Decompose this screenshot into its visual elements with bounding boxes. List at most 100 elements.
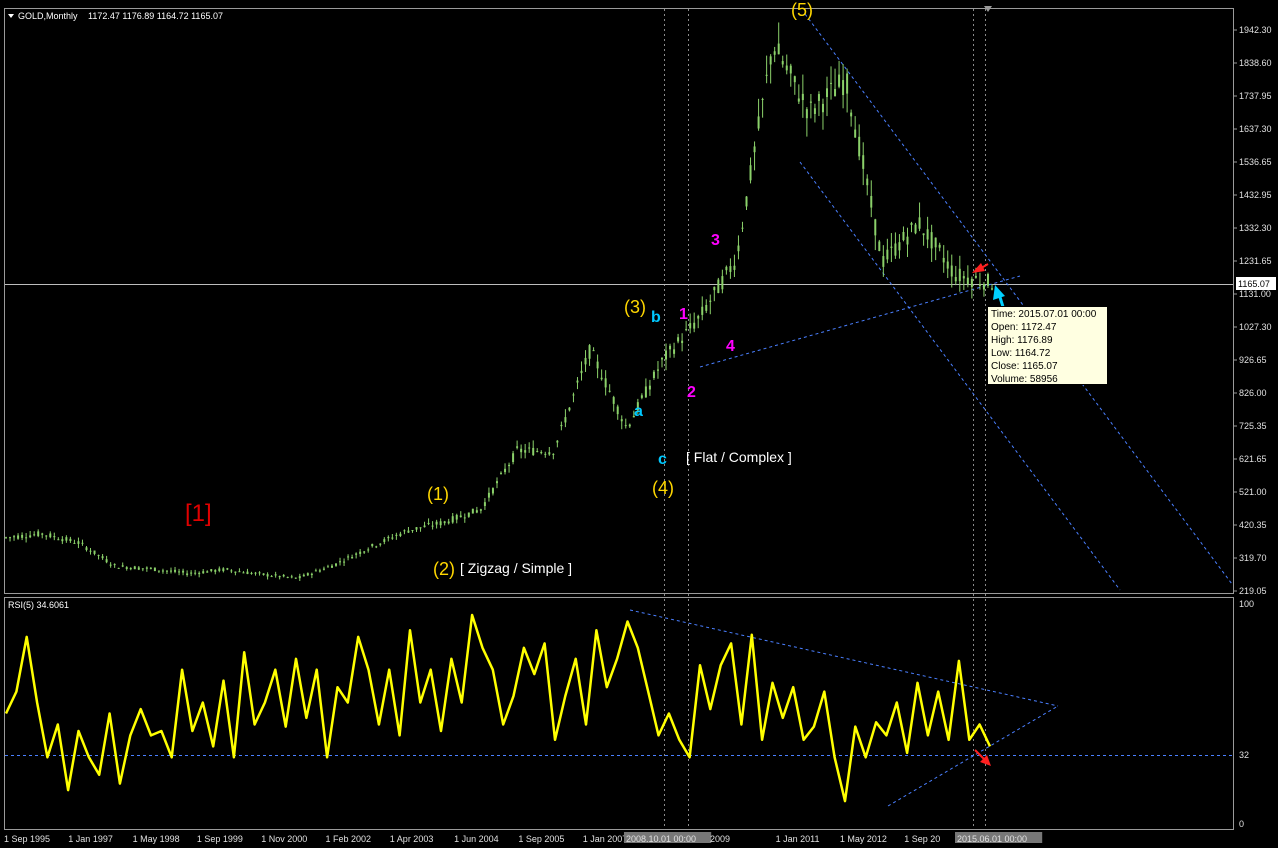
time-tick-label: 1 Sep 1995 <box>4 834 50 844</box>
candle-body <box>202 571 205 574</box>
red-arrow-icon <box>974 749 991 766</box>
candle-body <box>568 407 571 411</box>
candle-body <box>749 165 752 181</box>
rsi-label: RSI(5) 34.6061 <box>8 600 69 610</box>
time-axis: 1 Sep 1995 1 Jan 1997 1 May 1998 1 Sep 1999… <box>4 832 1043 844</box>
candle-body <box>616 406 619 415</box>
candle-body <box>991 288 993 290</box>
time-tick-label: 1 Sep 1999 <box>197 834 243 844</box>
candle-body <box>737 245 740 252</box>
time-tick-label: 1 Sep 20 <box>904 834 940 844</box>
candle-body <box>471 508 474 514</box>
candle-body <box>65 537 68 541</box>
price-candles <box>5 22 993 581</box>
candle-body <box>174 569 177 572</box>
candle-body <box>644 386 647 398</box>
ohlc-label: 1172.47 1176.89 1164.72 1165.07 <box>88 11 223 21</box>
candle-body <box>906 236 909 245</box>
tooltip-low: Low: 1164.72 <box>991 348 1051 359</box>
candle-body <box>133 566 136 570</box>
candle-body <box>709 300 712 302</box>
candle-body <box>190 572 193 574</box>
candle-body <box>113 564 116 566</box>
candle-body <box>359 551 362 554</box>
candle-body <box>117 567 120 569</box>
candle-body <box>318 570 321 572</box>
red-arrow-icon <box>972 263 989 273</box>
candle-body <box>524 450 527 453</box>
candle-body <box>974 275 977 278</box>
candle-body <box>129 567 132 570</box>
candle-body <box>21 534 24 538</box>
candle-body <box>950 265 953 277</box>
candle-body <box>81 542 84 544</box>
candle-body <box>701 306 704 315</box>
candle-body <box>101 556 104 559</box>
rsi-tick-32: 32 <box>1239 750 1249 760</box>
time-tick-label: 1 Apr 2003 <box>390 834 434 844</box>
candle-body <box>246 571 249 575</box>
price-tick-label: 826.00 <box>1239 388 1267 398</box>
candle-body <box>934 237 937 248</box>
candle-body <box>230 570 233 572</box>
chart-shift-marker[interactable] <box>984 6 992 12</box>
candle-body <box>580 370 583 374</box>
candle-body <box>572 394 575 396</box>
candle-body <box>838 74 841 87</box>
price-tick-label: 1838.60 <box>1239 58 1272 68</box>
price-tick-label: 725.35 <box>1239 421 1267 431</box>
candle-body <box>391 537 394 539</box>
candle-body <box>902 231 905 241</box>
candle-body <box>825 88 828 98</box>
candle-body <box>942 257 945 263</box>
chart-canvas[interactable]: 1942.30 1838.60 1737.95 1637.30 1536.65 1432.… <box>0 0 1278 844</box>
candle-body <box>375 546 378 548</box>
candle-body <box>266 574 269 577</box>
candle-body <box>294 577 297 579</box>
candle-body <box>186 573 189 575</box>
candle-body <box>713 286 716 291</box>
candle-body <box>894 243 897 256</box>
wave-label-a: a <box>634 403 643 420</box>
candle-body <box>351 557 354 559</box>
candle-body <box>886 249 889 260</box>
candle-body <box>49 533 52 538</box>
price-tick-label: 521.00 <box>1239 487 1267 497</box>
candle-body <box>137 567 140 570</box>
wave-label-2: (2) <box>433 559 455 579</box>
channel-upper <box>804 13 1233 585</box>
candle-body <box>306 573 309 576</box>
candle-body <box>314 570 317 572</box>
chevron-down-icon[interactable] <box>8 14 14 18</box>
wave-label-3: (3) <box>624 297 646 317</box>
candle-body <box>467 512 470 517</box>
time-tick-label: 2015.06.01 00:00 <box>957 834 1027 844</box>
time-tick-label: 1 Jun 2004 <box>454 834 499 844</box>
candle-body <box>125 567 128 569</box>
candle-body <box>85 547 88 551</box>
chart-window[interactable]: 1942.30 1838.60 1737.95 1637.30 1536.65 1432.… <box>0 0 1278 844</box>
price-tick-label: 219.05 <box>1239 586 1267 596</box>
price-tick-label: 1737.95 <box>1239 91 1272 101</box>
candle-body <box>234 571 237 573</box>
candle-body <box>395 534 398 536</box>
candle-body <box>560 424 563 427</box>
candle-body <box>483 502 486 506</box>
candle-body <box>61 539 64 542</box>
candle-body <box>218 568 221 571</box>
candle-body <box>238 571 241 573</box>
candle-body <box>966 277 969 285</box>
wave-label-1: (1) <box>427 484 449 504</box>
rsi-tick-100: 100 <box>1239 599 1254 609</box>
candle-body <box>793 76 796 83</box>
candle-body <box>652 371 655 379</box>
candle-body <box>797 98 800 102</box>
candle-body <box>141 568 144 570</box>
candle-body <box>854 129 857 138</box>
candle-body <box>419 527 422 529</box>
time-tick-label: 1 Jan 2007 <box>583 834 628 844</box>
candle-body <box>733 265 736 270</box>
candle-body <box>604 378 607 388</box>
candle-body <box>447 521 450 524</box>
candle-body <box>926 229 929 240</box>
